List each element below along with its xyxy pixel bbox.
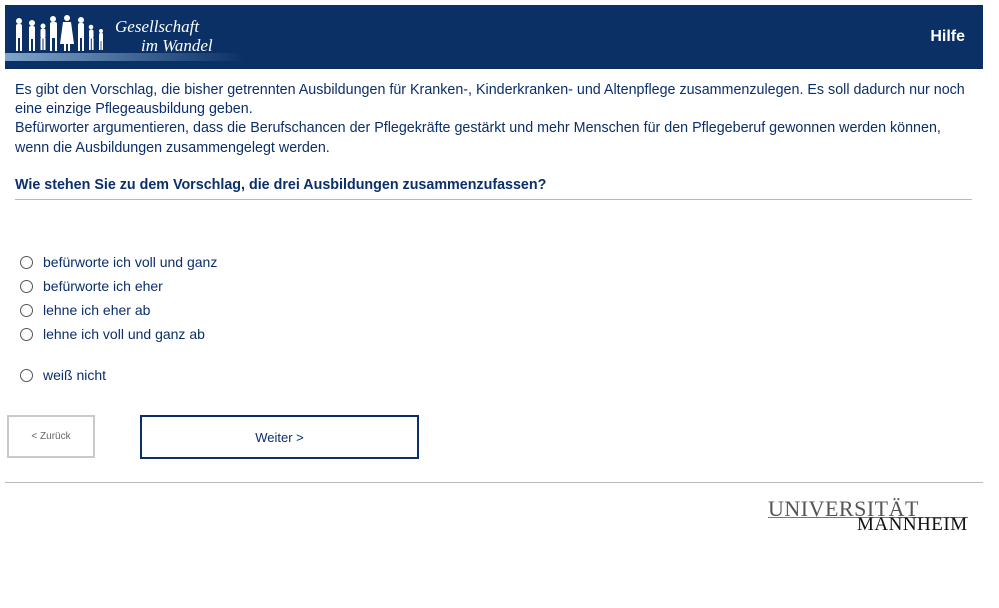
footer-divider [5, 482, 983, 483]
option-label: befürworte ich voll und ganz [43, 254, 218, 270]
option-2[interactable]: befürworte ich eher [20, 276, 280, 296]
radio-button[interactable] [20, 327, 33, 341]
option-label: befürworte ich eher [43, 278, 163, 294]
logo-line-2: im Wandel [141, 36, 213, 55]
option-dont-know[interactable]: weiß nicht [20, 365, 280, 385]
next-button[interactable]: Weiter > [140, 415, 419, 459]
option-label: lehne ich eher ab [43, 302, 151, 318]
universitaet-mannheim-logo: UNIVERSITÄT MANNHEIM [768, 496, 973, 536]
question-text: Wie stehen Sie zu dem Vorschlag, die dre… [15, 177, 972, 200]
option-label: weiß nicht [43, 367, 107, 383]
intro-paragraph-1: Es gibt den Vorschlag, die bisher getren… [15, 82, 965, 118]
option-label: lehne ich voll und ganz ab [43, 326, 205, 342]
logo-text: Gesellschaft im Wandel [115, 17, 213, 55]
radio-button[interactable] [20, 279, 33, 293]
option-4[interactable]: lehne ich voll und ganz ab [20, 324, 280, 344]
intro-paragraph-2: Befürworter argumentieren, dass die Beru… [15, 120, 941, 156]
uni-logo-line-2: MANNHEIM [857, 514, 968, 535]
option-3[interactable]: lehne ich eher ab [20, 300, 280, 320]
radio-button[interactable] [20, 303, 33, 317]
logo-line-1: Gesellschaft [115, 17, 200, 36]
gesellschaft-im-wandel-logo: Gesellschaft im Wandel [5, 5, 245, 69]
radio-button[interactable] [20, 255, 33, 269]
option-1[interactable]: befürworte ich voll und ganz [20, 252, 280, 272]
header-bar: Gesellschaft im Wandel Hilfe [5, 5, 983, 69]
help-link[interactable]: Hilfe [930, 28, 965, 46]
back-button[interactable]: < Zurück [7, 415, 95, 458]
radio-button[interactable] [20, 368, 33, 382]
intro-text: Es gibt den Vorschlag, die bisher getren… [15, 81, 965, 158]
